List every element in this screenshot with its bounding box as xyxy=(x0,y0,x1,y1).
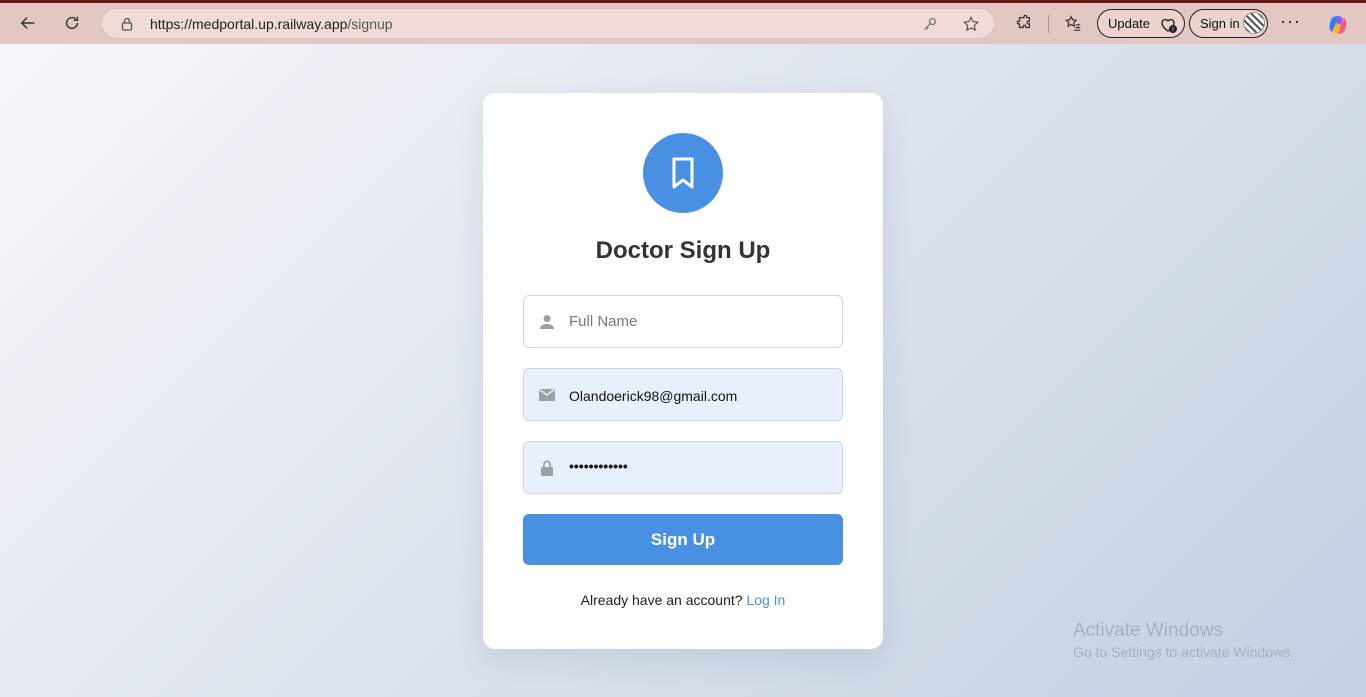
toolbar-divider xyxy=(1048,15,1049,33)
puzzle-icon xyxy=(1016,14,1031,29)
person-icon xyxy=(540,315,554,329)
signup-card: Doctor Sign Up Full Name Olandoerick98@g… xyxy=(483,93,883,649)
lock-icon[interactable] xyxy=(119,16,135,32)
login-prompt: Already have an account? Log In xyxy=(483,592,883,608)
bookmark-icon xyxy=(672,157,694,189)
browser-toolbar: https://medportal.up.railway.app/signup … xyxy=(0,3,1366,44)
refresh-icon xyxy=(65,16,79,30)
password-value: •••••••••••• xyxy=(569,458,628,474)
login-link[interactable]: Log In xyxy=(746,592,785,608)
back-arrow-icon xyxy=(20,17,35,29)
copilot-icon[interactable] xyxy=(1327,14,1349,36)
key-icon[interactable] xyxy=(922,16,938,32)
page-title: Doctor Sign Up xyxy=(595,237,771,264)
favorites-button[interactable] xyxy=(1058,8,1088,38)
more-options-button[interactable]: ··· xyxy=(1280,11,1301,32)
back-button[interactable] xyxy=(13,8,43,38)
update-heart-icon: ! xyxy=(1161,18,1177,34)
favorite-star-icon[interactable] xyxy=(962,15,980,33)
address-bar[interactable]: https://medportal.up.railway.app/signup xyxy=(101,8,995,39)
app-logo xyxy=(643,133,723,213)
activate-windows-watermark: Activate Windows Go to Settings to activ… xyxy=(1073,620,1294,660)
profile-avatar xyxy=(1243,12,1265,34)
page-background: Doctor Sign Up Full Name Olandoerick98@g… xyxy=(0,44,1366,697)
watermark-title: Activate Windows xyxy=(1073,620,1223,641)
update-button[interactable]: Update ! xyxy=(1097,9,1185,38)
full-name-field[interactable]: Full Name xyxy=(523,295,843,348)
email-value: Olandoerick98@gmail.com xyxy=(569,388,738,404)
sign-in-label: Sign in xyxy=(1200,16,1240,31)
login-prompt-text: Already have an account? xyxy=(580,592,743,608)
url-text[interactable]: https://medportal.up.railway.app/signup xyxy=(150,16,393,32)
extensions-button[interactable] xyxy=(1009,8,1039,38)
password-field[interactable]: •••••••••••• xyxy=(523,441,843,494)
email-icon xyxy=(539,388,555,401)
lock-icon xyxy=(541,460,553,476)
email-field[interactable]: Olandoerick98@gmail.com xyxy=(523,368,843,421)
url-host: https://medportal.up.railway.app xyxy=(150,16,348,32)
update-label: Update xyxy=(1108,16,1150,31)
sign-up-button[interactable]: Sign Up xyxy=(523,514,843,565)
url-path: /signup xyxy=(347,16,393,32)
sign-in-button[interactable]: Sign in xyxy=(1189,9,1268,38)
full-name-placeholder: Full Name xyxy=(569,313,638,330)
watermark-subtitle: Go to Settings to activate Windows. xyxy=(1073,644,1294,660)
favorites-list-icon xyxy=(1064,15,1081,31)
refresh-button[interactable] xyxy=(57,8,87,38)
